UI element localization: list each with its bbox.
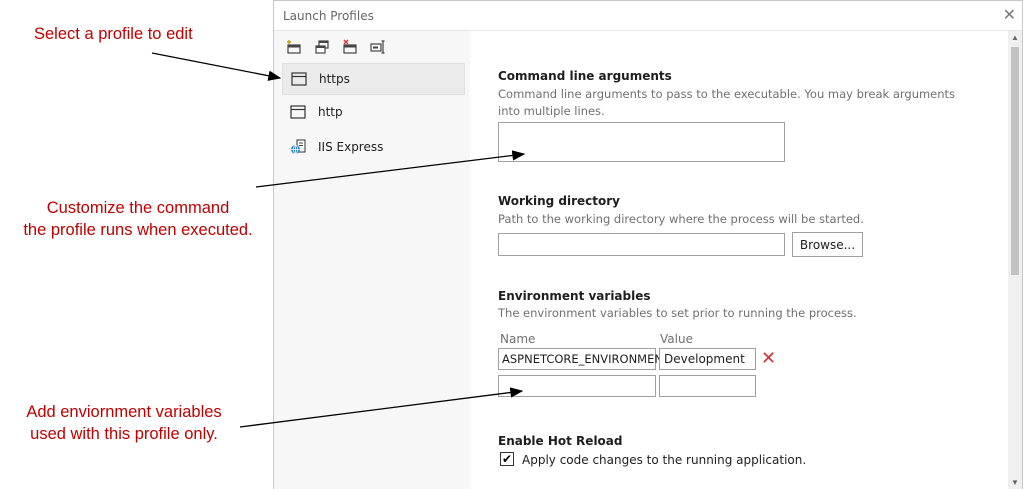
new-profile-icon[interactable] bbox=[284, 37, 304, 57]
close-icon[interactable]: ✕ bbox=[1003, 5, 1016, 25]
profile-item-iis-express[interactable]: IIS Express bbox=[282, 131, 465, 163]
launch-profiles-dialog: Launch Profiles ✕ https http IIS Express… bbox=[273, 0, 1023, 489]
scrollbar-thumb[interactable] bbox=[1011, 47, 1019, 275]
profile-label: http bbox=[318, 105, 343, 119]
command-line-title: Command line arguments bbox=[498, 69, 672, 83]
scroll-down-icon[interactable]: ▼ bbox=[1011, 478, 1019, 487]
delete-variable-icon[interactable]: ✕ bbox=[761, 348, 776, 369]
window-title: Launch Profiles bbox=[283, 9, 374, 23]
env-value-field[interactable]: Development bbox=[659, 348, 756, 370]
env-name-header: Name bbox=[500, 332, 536, 346]
working-directory-title: Working directory bbox=[498, 194, 620, 208]
working-directory-description: Path to the working directory where the … bbox=[498, 212, 864, 226]
browse-button[interactable]: Browse... bbox=[792, 232, 863, 257]
duplicate-profile-icon[interactable] bbox=[312, 37, 332, 57]
vertical-scrollbar[interactable]: ▲ ▼ bbox=[1008, 31, 1022, 489]
annotation-customize-command: Customize the command the profile runs w… bbox=[23, 199, 253, 239]
new-env-name-field[interactable] bbox=[498, 375, 656, 397]
profiles-toolbar bbox=[284, 37, 388, 59]
annotation-env-variables: Add enviornment variables used with this… bbox=[26, 403, 222, 443]
window-icon bbox=[291, 72, 313, 86]
delete-profile-icon[interactable] bbox=[340, 37, 360, 57]
hot-reload-label: Apply code changes to the running applic… bbox=[522, 453, 807, 467]
window-icon bbox=[290, 105, 312, 119]
annotation-select-profile: Select a profile to edit bbox=[34, 25, 193, 43]
new-env-value-field[interactable] bbox=[659, 375, 756, 397]
working-directory-input[interactable] bbox=[498, 233, 785, 256]
command-line-description: Command line arguments to pass to the ex… bbox=[498, 87, 956, 118]
hot-reload-title: Enable Hot Reload bbox=[498, 434, 623, 448]
profile-label: IIS Express bbox=[318, 140, 384, 154]
env-name-field[interactable]: ASPNETCORE_ENVIRONMENT bbox=[498, 348, 670, 370]
profile-item-http[interactable]: http bbox=[282, 96, 465, 128]
env-value-header: Value bbox=[660, 332, 693, 346]
title-bar: Launch Profiles ✕ bbox=[274, 1, 1022, 31]
scroll-up-icon[interactable]: ▲ bbox=[1011, 33, 1019, 42]
command-line-input[interactable] bbox=[498, 122, 785, 162]
hot-reload-checkbox[interactable]: ✔ bbox=[500, 452, 514, 466]
globe-server-icon bbox=[290, 139, 312, 155]
rename-profile-icon[interactable] bbox=[368, 37, 388, 57]
profile-item-https[interactable]: https bbox=[282, 63, 465, 95]
environment-variables-description: The environment variables to set prior t… bbox=[498, 306, 857, 320]
profile-label: https bbox=[319, 72, 350, 86]
profile-settings-panel: Command line arguments Command line argu… bbox=[470, 31, 1008, 489]
environment-variables-title: Environment variables bbox=[498, 289, 651, 303]
profiles-sidebar: https http IIS Express bbox=[274, 31, 470, 489]
arrow-to-profile bbox=[151, 52, 282, 81]
